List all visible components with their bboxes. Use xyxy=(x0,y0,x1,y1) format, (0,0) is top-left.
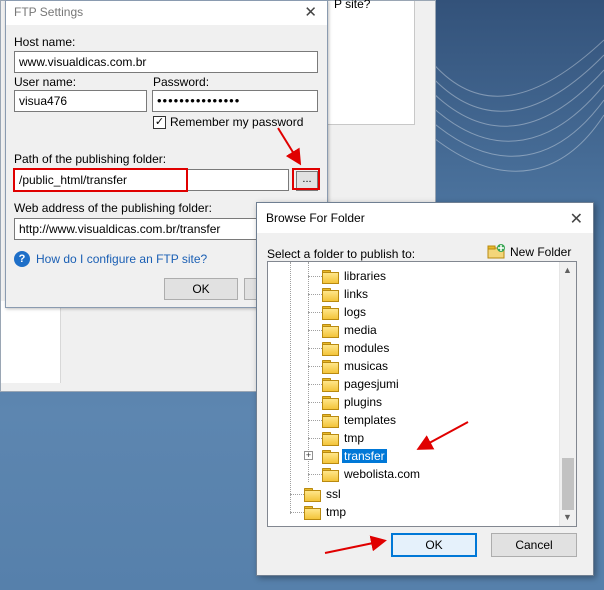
tree-item[interactable]: modules xyxy=(308,339,391,357)
password-label: Password: xyxy=(153,75,210,89)
select-folder-prompt: Select a folder to publish to: xyxy=(267,247,416,261)
host-input[interactable]: www.visualdicas.com.br xyxy=(14,51,318,73)
folder-icon xyxy=(304,488,321,502)
folder-label: pagesjumi xyxy=(344,377,399,391)
tree-item[interactable]: plugins xyxy=(308,393,384,411)
tree-item[interactable]: templates xyxy=(308,411,398,429)
folder-icon xyxy=(322,468,339,482)
remember-label: Remember my password xyxy=(170,115,304,129)
tree-item[interactable]: links xyxy=(308,285,370,303)
user-label: User name: xyxy=(14,75,77,89)
scroll-up-icon[interactable]: ▲ xyxy=(563,265,572,275)
folder-label: templates xyxy=(344,413,397,427)
ftp-ok-button[interactable]: OK xyxy=(164,278,238,300)
folder-label-selected: transfer xyxy=(342,449,387,463)
folder-icon xyxy=(322,306,339,320)
folder-icon xyxy=(322,414,339,428)
folder-icon xyxy=(304,506,321,520)
folder-label: modules xyxy=(344,341,390,355)
web-address-input[interactable]: http://www.visualdicas.com.br/transfer xyxy=(14,218,258,240)
host-label: Host name: xyxy=(14,35,76,49)
user-input[interactable]: visua476 xyxy=(14,90,147,112)
password-input[interactable]: ••••••••••••••• xyxy=(152,90,318,112)
folder-label: logs xyxy=(344,305,367,319)
folder-label: plugins xyxy=(344,395,383,409)
folder-label: links xyxy=(344,287,369,301)
folder-icon xyxy=(322,432,339,446)
folder-label: media xyxy=(344,323,377,337)
folder-label: tmp xyxy=(326,505,347,519)
folder-label: musicas xyxy=(344,359,389,373)
folder-label: tmp xyxy=(344,431,365,445)
close-icon[interactable]: ✕ xyxy=(304,3,317,21)
folder-icon xyxy=(322,270,339,284)
folder-icon xyxy=(322,396,339,410)
tree-guide-line xyxy=(290,262,291,514)
tree-item[interactable]: musicas xyxy=(308,357,390,375)
help-icon: ? xyxy=(14,251,30,267)
ftp-dialog-title: FTP Settings xyxy=(14,5,84,19)
bff-dialog-title: Browse For Folder xyxy=(266,211,365,225)
tree-scrollbar[interactable]: ▲ ▼ xyxy=(559,262,576,526)
help-link[interactable]: How do I configure an FTP site? xyxy=(36,252,207,266)
browse-for-folder-dialog: Browse For Folder ✕ Select a folder to p… xyxy=(256,202,594,576)
folder-label: libraries xyxy=(344,269,387,283)
folder-label: webolista.com xyxy=(344,467,421,481)
tree-item-selected[interactable]: transfer xyxy=(308,447,387,465)
back-window-text: P site? xyxy=(334,0,371,11)
tree-item[interactable]: media xyxy=(308,321,379,339)
browse-highlight-box xyxy=(292,168,320,190)
tree-item[interactable]: tmp xyxy=(308,429,366,447)
back-window-panel: P site? xyxy=(325,0,415,125)
tree-item[interactable]: webolista.com xyxy=(308,465,422,483)
tree-item[interactable]: ssl xyxy=(290,485,343,503)
back-window-left-panel xyxy=(1,301,61,383)
folder-icon xyxy=(322,342,339,356)
new-folder-button[interactable]: New Folder xyxy=(510,245,571,259)
path-highlight-box xyxy=(13,168,188,192)
folder-icon xyxy=(322,360,339,374)
web-address-label: Web address of the publishing folder: xyxy=(14,201,212,215)
folder-icon xyxy=(322,450,339,464)
folder-icon xyxy=(322,324,339,338)
folder-icon xyxy=(322,288,339,302)
tree-item[interactable]: libraries xyxy=(308,267,388,285)
bff-ok-button[interactable]: OK xyxy=(391,533,477,557)
scroll-down-icon[interactable]: ▼ xyxy=(563,512,572,522)
path-label: Path of the publishing folder: xyxy=(14,152,167,166)
folder-label: ssl xyxy=(326,487,341,501)
remember-checkbox[interactable]: ✓ xyxy=(153,116,166,129)
folder-tree[interactable]: libraries links logs media modules music… xyxy=(267,261,577,527)
tree-item[interactable]: pagesjumi xyxy=(308,375,401,393)
close-icon[interactable]: ✕ xyxy=(570,209,583,229)
tree-item[interactable]: tmp xyxy=(290,503,348,521)
tree-item[interactable]: logs xyxy=(308,303,368,321)
folder-icon xyxy=(322,378,339,392)
ftp-titlebar[interactable]: FTP Settings ✕ xyxy=(6,1,327,25)
bff-titlebar[interactable]: Browse For Folder ✕ xyxy=(257,203,593,233)
new-folder-icon xyxy=(487,244,505,259)
bff-cancel-button[interactable]: Cancel xyxy=(491,533,577,557)
scroll-thumb[interactable] xyxy=(562,458,574,510)
